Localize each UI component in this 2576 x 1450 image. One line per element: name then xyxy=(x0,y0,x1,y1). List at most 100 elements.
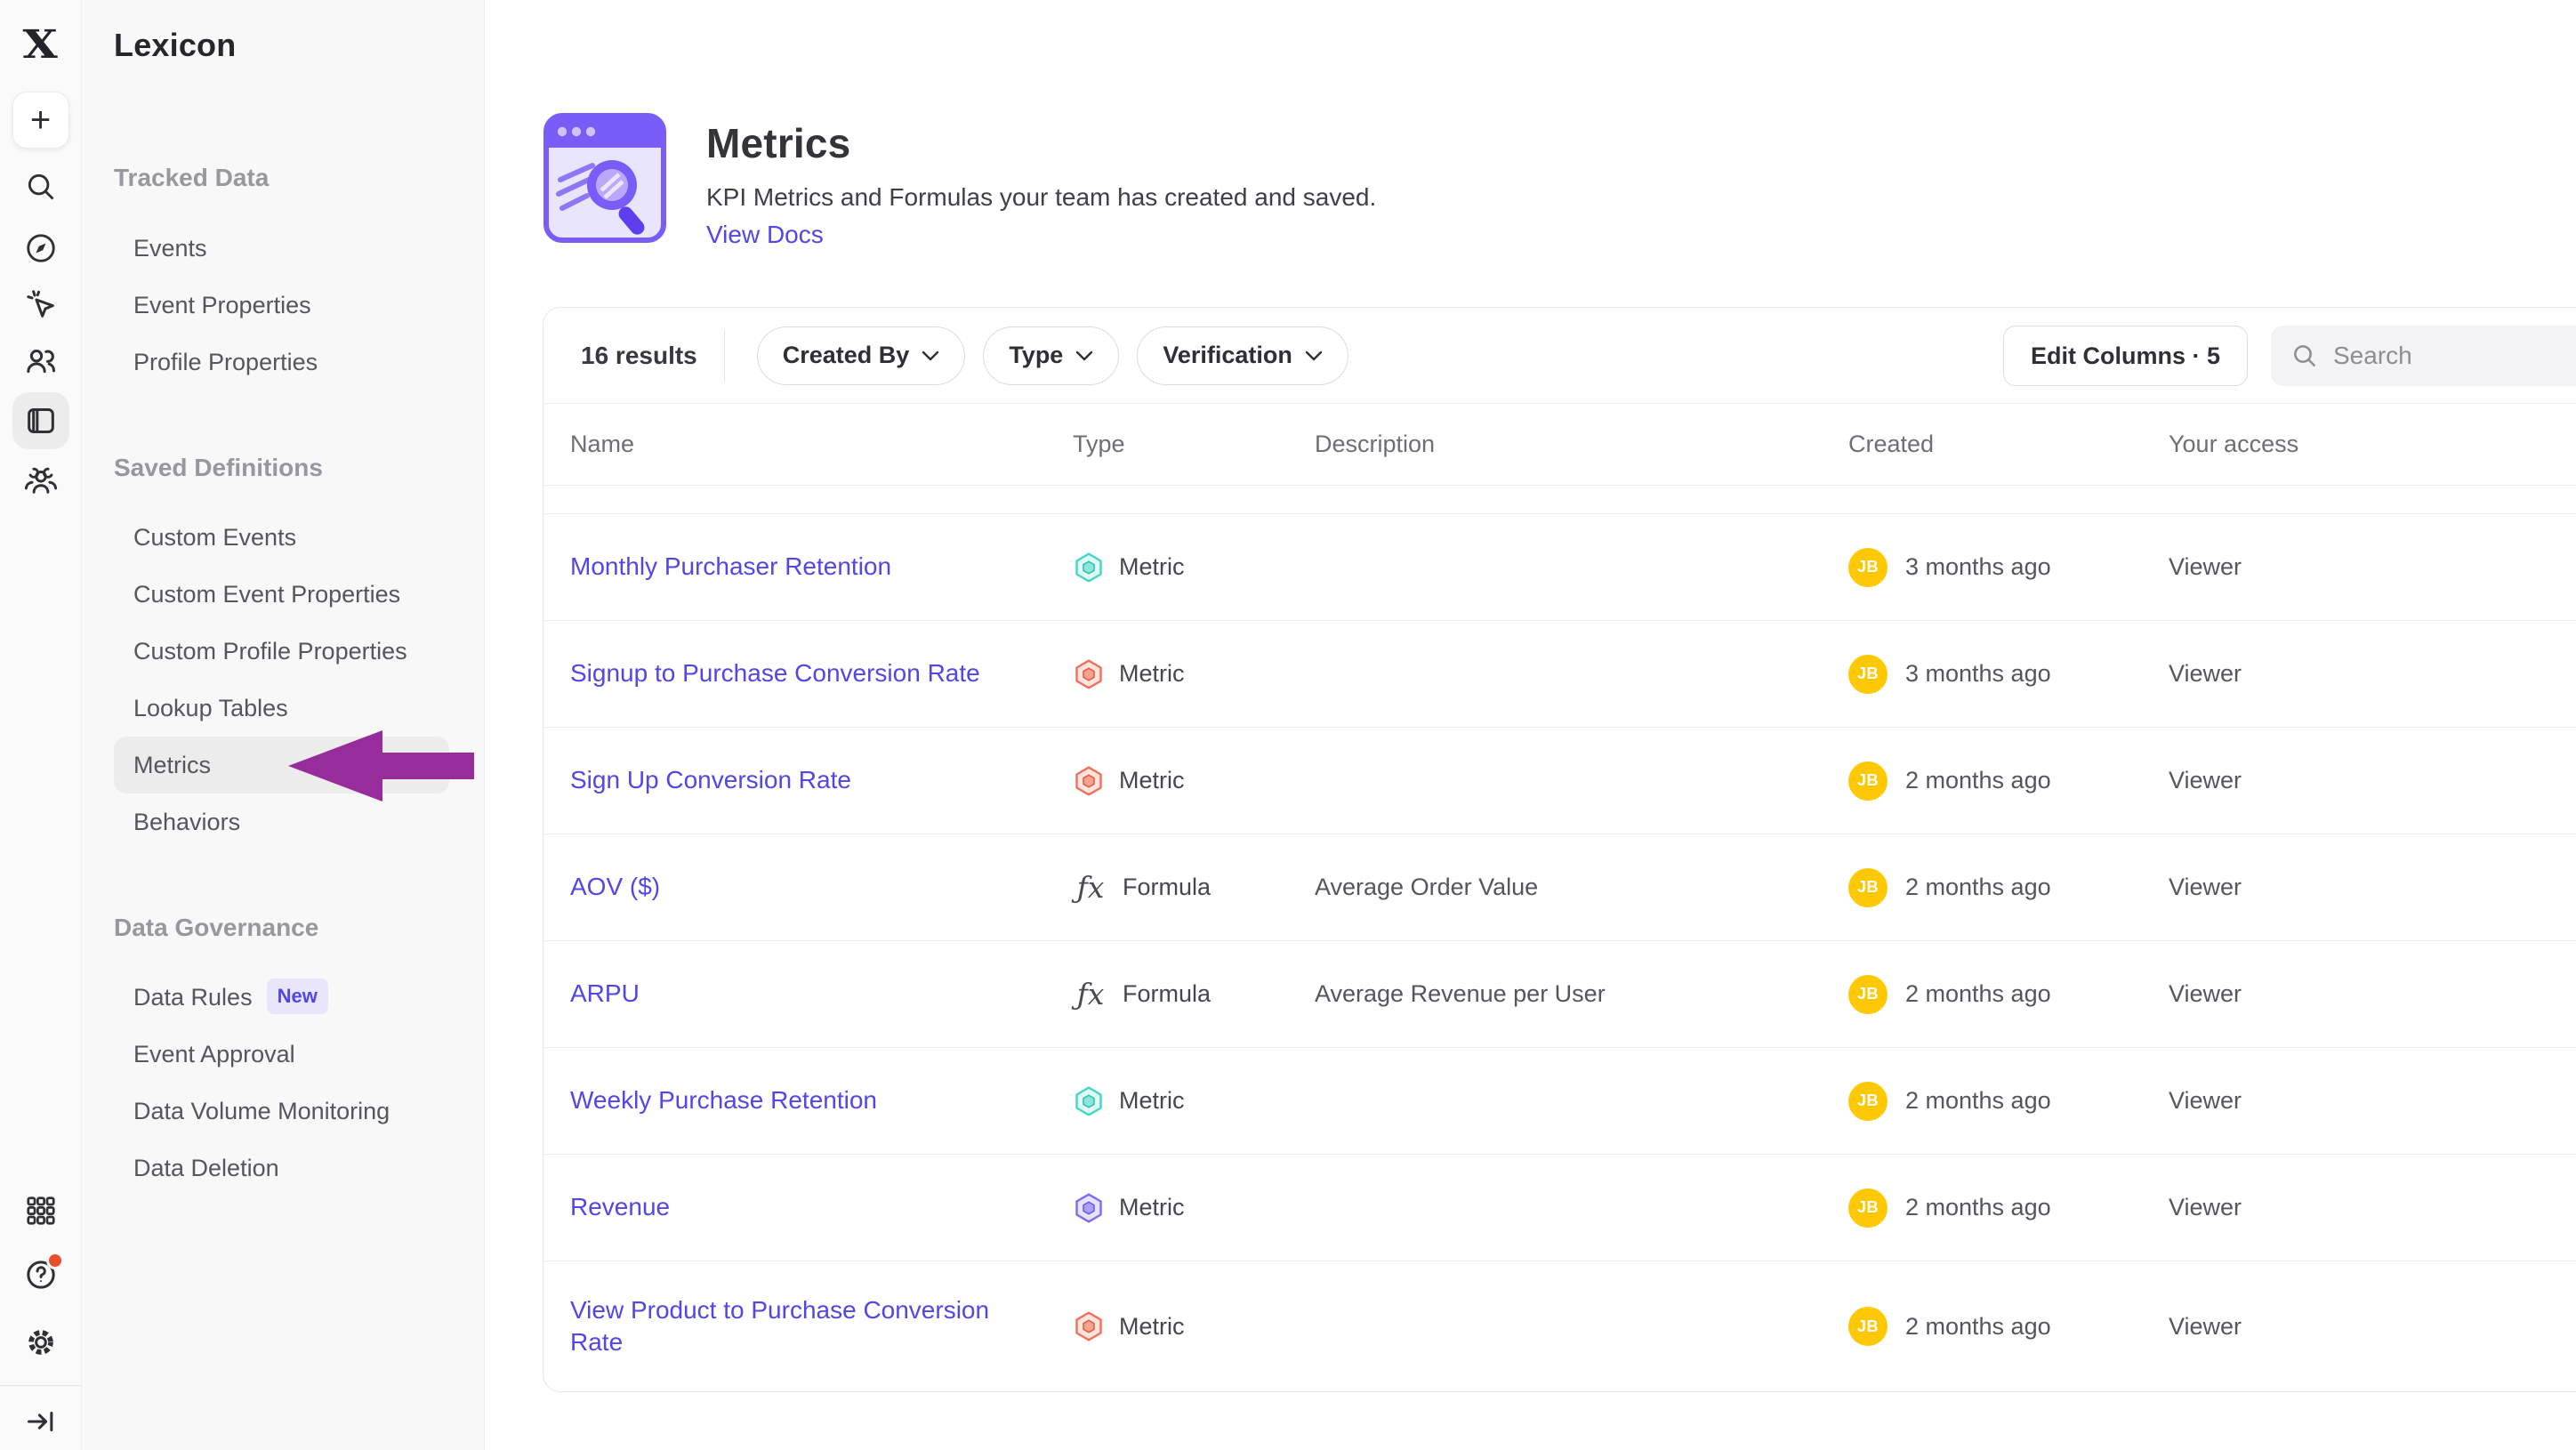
created-cell: 2 months ago xyxy=(1905,874,2051,901)
metric-hexagon-orange-icon xyxy=(1073,1310,1105,1342)
type-label: Metric xyxy=(1119,1194,1185,1221)
sidebar-item-event-approval[interactable]: Event Approval xyxy=(133,1026,295,1083)
access-cell: Viewer xyxy=(2169,660,2576,688)
metric-name-link[interactable]: Monthly Purchaser Retention xyxy=(570,551,1073,583)
table-row[interactable]: Weekly Purchase Retention Metric JB 2 mon… xyxy=(543,1048,2576,1155)
filter-type[interactable]: Type xyxy=(983,326,1119,385)
table-row[interactable]: ARPU ƒx Formula Average Revenue per User… xyxy=(543,941,2576,1048)
page-title: Metrics xyxy=(706,119,1376,167)
sidebar-item-lookup-tables[interactable]: Lookup Tables xyxy=(133,680,288,737)
metric-name-link[interactable]: Signup to Purchase Conversion Rate xyxy=(570,657,1073,689)
search-icon xyxy=(2290,342,2319,370)
sidebar-item-metrics[interactable]: Metrics xyxy=(133,737,211,793)
edit-columns-button[interactable]: Edit Columns · 5 xyxy=(2003,326,2248,386)
description-cell: Average Revenue per User xyxy=(1315,980,1848,1008)
rail-divider xyxy=(0,1385,82,1386)
metric-hexagon-orange-icon xyxy=(1073,658,1105,690)
avatar: JB xyxy=(1848,761,1888,801)
access-cell: Viewer xyxy=(2169,1194,2576,1221)
table-row[interactable]: Revenue Metric JB 2 months ago Viewer xyxy=(543,1155,2576,1261)
avatar: JB xyxy=(1848,1082,1888,1121)
apps-grid-icon[interactable] xyxy=(12,1182,69,1239)
help-icon[interactable] xyxy=(12,1246,69,1303)
create-plus-button[interactable]: + xyxy=(12,92,69,149)
sidebar-item-events[interactable]: Events xyxy=(133,220,207,277)
column-header-type[interactable]: Type xyxy=(1073,431,1315,458)
type-label: Metric xyxy=(1119,1313,1185,1341)
access-cell: Viewer xyxy=(2169,980,2576,1008)
page-subtitle: KPI Metrics and Formulas your team has c… xyxy=(706,183,1376,212)
filter-created-by[interactable]: Created By xyxy=(757,326,966,385)
metric-hexagon-teal-icon xyxy=(1073,1085,1105,1117)
avatar: JB xyxy=(1848,1307,1888,1346)
avatar: JB xyxy=(1848,1188,1888,1228)
discover-compass-icon[interactable] xyxy=(12,220,69,277)
created-cell: 2 months ago xyxy=(1905,1194,2051,1221)
avatar: JB xyxy=(1848,975,1888,1014)
sidebar-item-data-deletion[interactable]: Data Deletion xyxy=(133,1140,279,1196)
table-header-row: Name Type Description Created Your acces… xyxy=(543,404,2576,486)
sidebar-item-data-volume-monitoring[interactable]: Data Volume Monitoring xyxy=(133,1083,390,1140)
access-cell: Viewer xyxy=(2169,1087,2576,1115)
table-row[interactable]: View Product to Purchase Conversion Rate… xyxy=(543,1261,2576,1391)
metric-name-link[interactable]: ARPU xyxy=(570,978,1073,1010)
view-docs-link[interactable]: View Docs xyxy=(706,221,824,249)
table-row[interactable]: Monthly Purchaser Retention Metric JB3 m… xyxy=(543,514,2576,621)
avatar: JB xyxy=(1848,548,1888,587)
sidebar-item-profile-properties[interactable]: Profile Properties xyxy=(133,334,318,391)
type-label: Metric xyxy=(1119,1087,1185,1115)
metric-hexagon-teal-icon xyxy=(1073,552,1105,584)
sidebar-item-behaviors[interactable]: Behaviors xyxy=(133,793,240,850)
lexicon-sidebar: Lexicon Tracked Data Events Event Proper… xyxy=(82,0,485,1450)
sidebar-item-data-rules[interactable]: Data RulesNew xyxy=(133,969,328,1026)
sidebar-item-event-properties[interactable]: Event Properties xyxy=(133,277,311,334)
table-row[interactable]: AOV ($) ƒx Formula Average Order Value J… xyxy=(543,834,2576,941)
column-header-your-access[interactable]: Your access xyxy=(2169,431,2576,458)
metric-name-link[interactable]: Revenue xyxy=(570,1191,1073,1223)
table-toolbar: 16 results Created By Type Verification … xyxy=(543,308,2576,404)
column-header-description[interactable]: Description xyxy=(1315,431,1848,458)
events-cursor-icon[interactable] xyxy=(12,276,69,333)
column-header-created[interactable]: Created xyxy=(1848,431,2169,458)
icon-rail: X + xyxy=(0,0,82,1450)
metric-name-link[interactable]: AOV ($) xyxy=(570,871,1073,903)
type-label: Metric xyxy=(1119,660,1185,688)
filter-verification[interactable]: Verification xyxy=(1137,326,1348,385)
created-cell: 2 months ago xyxy=(1905,1087,2051,1115)
created-cell: 2 months ago xyxy=(1905,767,2051,794)
search-box[interactable] xyxy=(2271,326,2576,386)
metric-name-link[interactable]: Weekly Purchase Retention xyxy=(570,1084,1073,1116)
access-cell: Viewer xyxy=(2169,874,2576,901)
type-label: Formula xyxy=(1123,980,1211,1008)
avatar: JB xyxy=(1848,868,1888,907)
cohorts-group-icon[interactable] xyxy=(12,453,69,510)
collapse-sidebar-icon[interactable] xyxy=(12,1393,69,1450)
access-cell: Viewer xyxy=(2169,767,2576,794)
metrics-illustration-icon xyxy=(543,112,667,244)
section-saved-definitions: Saved Definitions xyxy=(114,439,323,496)
metric-name-link[interactable]: Sign Up Conversion Rate xyxy=(570,764,1073,796)
access-cell: Viewer xyxy=(2169,553,2576,581)
sidebar-title: Lexicon xyxy=(114,27,236,64)
metric-name-link[interactable]: View Product to Purchase Conversion Rate xyxy=(570,1294,1073,1359)
table-row[interactable]: Sign Up Conversion Rate Metric JB2 month… xyxy=(543,728,2576,834)
search-input[interactable] xyxy=(2333,342,2547,370)
chevron-down-icon xyxy=(1305,350,1323,361)
new-badge: New xyxy=(267,979,328,1014)
search-icon[interactable] xyxy=(12,158,69,215)
lexicon-book-icon[interactable] xyxy=(12,392,69,449)
settings-gear-icon[interactable] xyxy=(12,1314,69,1371)
column-header-name[interactable]: Name xyxy=(570,431,1073,458)
users-icon[interactable] xyxy=(12,333,69,390)
help-notification-dot xyxy=(46,1252,64,1269)
scrolled-row-sliver xyxy=(543,486,2576,514)
sidebar-item-custom-profile-properties[interactable]: Custom Profile Properties xyxy=(133,623,407,680)
mixpanel-logo-icon: X xyxy=(12,16,69,73)
metric-hexagon-orange-icon xyxy=(1073,765,1105,797)
avatar: JB xyxy=(1848,655,1888,694)
description-cell: Average Order Value xyxy=(1315,874,1848,901)
table-row[interactable]: Signup to Purchase Conversion Rate Metri… xyxy=(543,621,2576,728)
sidebar-item-custom-events[interactable]: Custom Events xyxy=(133,509,296,566)
sidebar-item-custom-event-properties[interactable]: Custom Event Properties xyxy=(133,566,400,623)
chevron-down-icon xyxy=(922,350,939,361)
